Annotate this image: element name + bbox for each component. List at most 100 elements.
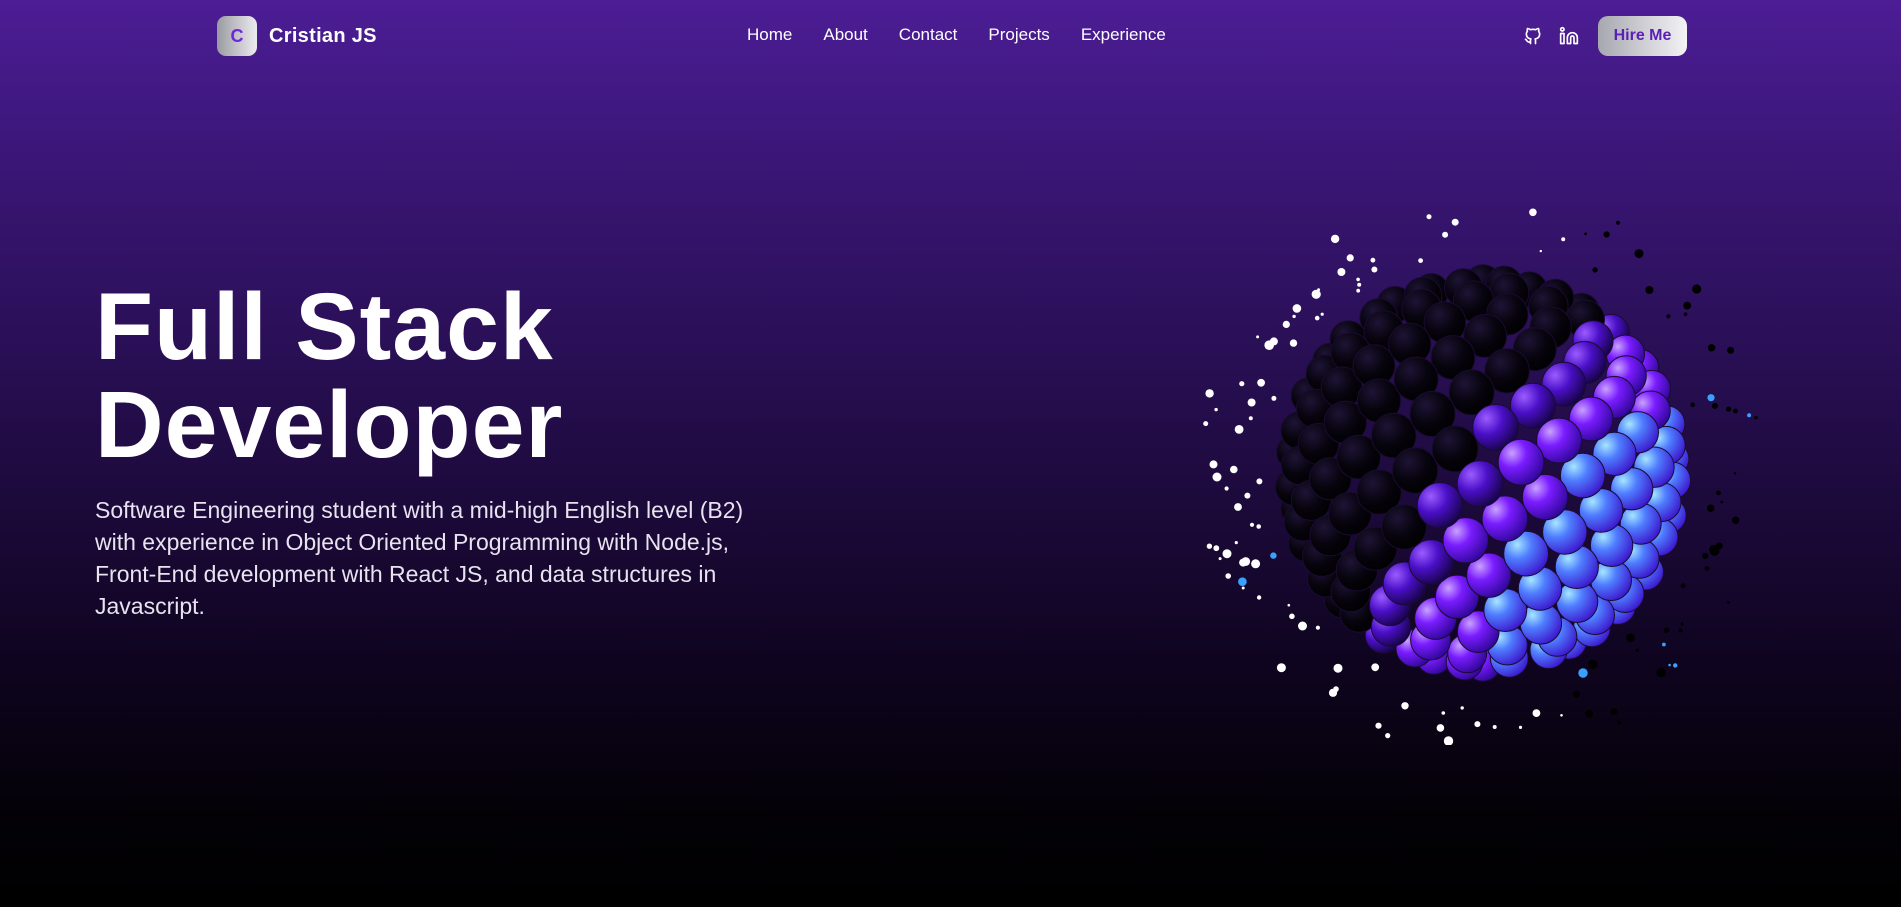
- sphere-particle: [1443, 736, 1454, 745]
- sphere-particle: [1224, 486, 1229, 491]
- sphere-particle: [1610, 708, 1618, 715]
- sphere-particle: [1733, 472, 1737, 475]
- sphere-particle: [1733, 408, 1738, 414]
- sphere-particle: [1680, 583, 1686, 589]
- sphere-particle: [1249, 522, 1255, 527]
- sphere-particle: [1635, 648, 1639, 652]
- sphere-particle: [1441, 711, 1446, 715]
- hero-title-line2: Developer: [95, 372, 564, 478]
- nav-link-home[interactable]: Home: [747, 25, 792, 44]
- sphere-particle: [1683, 312, 1688, 316]
- sphere-particle: [1289, 339, 1298, 347]
- sphere-particle: [1205, 389, 1214, 398]
- sphere-particle: [1732, 516, 1740, 524]
- sphere-particle: [1357, 282, 1362, 287]
- sphere-particle: [1218, 557, 1222, 561]
- sphere-particle: [1662, 642, 1666, 647]
- particle-sphere-graphic: [1203, 208, 1758, 745]
- sphere-particle: [1213, 545, 1220, 552]
- sphere-particle: [1276, 663, 1286, 673]
- sphere-particle: [1337, 268, 1346, 276]
- sphere-particle: [1442, 231, 1449, 238]
- nav-link-about[interactable]: About: [823, 25, 867, 44]
- sphere-particle: [1539, 249, 1542, 253]
- sphere-particle: [1234, 425, 1244, 434]
- sphere-ball: [1497, 438, 1545, 486]
- sphere-particle: [1704, 566, 1710, 571]
- sphere-particle: [1244, 492, 1251, 499]
- sphere-particle: [1371, 266, 1378, 273]
- sphere-particle: [1225, 573, 1231, 579]
- nav-link-experience[interactable]: Experience: [1081, 25, 1166, 44]
- nav-link-contact[interactable]: Contact: [899, 25, 958, 44]
- sphere-particle: [1256, 524, 1261, 529]
- sphere-particle: [1529, 208, 1537, 217]
- navbar: C Cristian JS Home About Contact Project…: [0, 0, 1901, 70]
- sphere-ball: [1416, 482, 1464, 529]
- sphere-particle: [1573, 690, 1580, 698]
- sphere-particle: [1436, 724, 1445, 732]
- sphere-particle: [1754, 415, 1758, 420]
- sphere-particle: [1683, 301, 1692, 310]
- logo-link[interactable]: C Cristian JS: [217, 16, 377, 56]
- sphere-particle: [1692, 284, 1702, 294]
- sphere-particle: [1320, 312, 1324, 316]
- sphere-particle: [1707, 344, 1716, 352]
- github-icon[interactable]: [1520, 23, 1546, 49]
- sphere-particle: [1668, 663, 1671, 667]
- sphere-particle: [1518, 725, 1523, 730]
- sphere-particle: [1584, 232, 1587, 236]
- sphere-particle: [1282, 320, 1290, 328]
- linkedin-icon[interactable]: [1556, 23, 1582, 49]
- sphere-particle: [1666, 314, 1671, 319]
- sphere-particle: [1418, 258, 1423, 263]
- sphere-ball: [1456, 460, 1504, 508]
- sphere-particle: [1626, 633, 1635, 643]
- sphere-particle: [1315, 625, 1320, 630]
- sphere-particle: [1230, 465, 1238, 474]
- sphere-particle: [1292, 314, 1296, 319]
- sphere-particle: [1712, 402, 1718, 409]
- hero-title-line1: Full Stack: [95, 274, 554, 380]
- sphere-particle: [1346, 254, 1354, 262]
- sphere-particle: [1492, 725, 1497, 729]
- sphere-particle: [1375, 722, 1382, 729]
- sphere-particle: [1298, 621, 1307, 631]
- sphere-particle: [1656, 667, 1666, 678]
- sphere-particle: [1592, 267, 1598, 273]
- logo-badge: C: [217, 16, 257, 56]
- sphere-balls: [1274, 264, 1692, 682]
- sphere-particle: [1248, 416, 1253, 421]
- sphere-particle: [1587, 659, 1598, 670]
- sphere-particle: [1673, 663, 1678, 668]
- sphere-particle: [1726, 406, 1732, 412]
- sphere-particle: [1603, 231, 1610, 238]
- sphere-particle: [1451, 218, 1459, 226]
- sphere-particle: [1747, 413, 1752, 418]
- sphere-particle: [1385, 733, 1391, 739]
- sphere-particle: [1234, 503, 1242, 511]
- sphere-particle: [1206, 543, 1213, 549]
- nav-links: Home About Contact Projects Experience: [747, 25, 1166, 45]
- sphere-particle: [1356, 288, 1361, 293]
- sphere-particle: [1356, 277, 1360, 282]
- sphere-particle: [1585, 709, 1594, 718]
- sphere-particle: [1370, 257, 1376, 263]
- nav-link-projects[interactable]: Projects: [988, 25, 1049, 44]
- brand-name: Cristian JS: [269, 24, 377, 47]
- sphere-particle: [1560, 714, 1563, 717]
- sphere-particle: [1264, 340, 1274, 350]
- sphere-particle: [1317, 288, 1321, 292]
- sphere-particle: [1214, 407, 1218, 412]
- sphere-particle: [1680, 622, 1684, 626]
- sphere-particle: [1727, 346, 1735, 354]
- sphere-particle: [1271, 395, 1277, 401]
- sphere-particle: [1561, 237, 1566, 242]
- sphere-particle: [1209, 460, 1218, 469]
- sphere-particle: [1707, 394, 1715, 402]
- sphere-particle: [1256, 595, 1262, 600]
- hire-me-button[interactable]: Hire Me: [1598, 16, 1687, 56]
- sphere-particle: [1330, 234, 1340, 244]
- sphere-particle: [1256, 478, 1263, 485]
- sphere-particle: [1709, 544, 1719, 555]
